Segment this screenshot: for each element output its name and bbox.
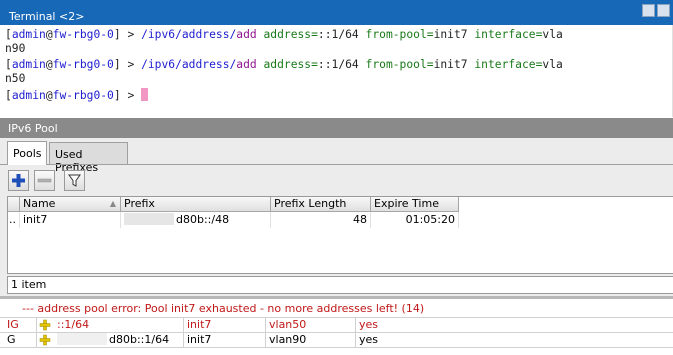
tab-pools[interactable]: Pools xyxy=(7,141,47,165)
address-value: ::1/64 xyxy=(36,318,183,333)
address-row[interactable]: G d80b::1/64 init7 vlan90 yes xyxy=(0,332,673,348)
cell-prefix-length: 48 xyxy=(271,212,371,228)
column-header-prefix[interactable]: Prefix xyxy=(121,197,271,212)
column-header-prefix-length[interactable]: Prefix Length xyxy=(271,197,371,212)
terminal-line-wrap: n50 xyxy=(5,72,26,85)
add-icon xyxy=(12,174,25,187)
minimize-icon[interactable] xyxy=(642,4,655,17)
address-flags: G xyxy=(7,333,16,346)
filter-icon xyxy=(68,174,81,187)
tab-divider xyxy=(0,164,673,165)
column-header-expire-time[interactable]: Expire Time xyxy=(371,197,459,212)
terminal-output[interactable]: [admin@fw-rbg0-0] > /ipv6/address/add ad… xyxy=(0,25,673,117)
address-value: d80b::1/64 xyxy=(36,333,183,348)
pools-table: Name ▲ Prefix Prefix Length Expire Time … xyxy=(7,196,673,274)
tab-used-prefixes[interactable]: Used Prefixes xyxy=(49,142,128,174)
address-row-bottom-border xyxy=(0,347,673,355)
remove-icon xyxy=(37,178,52,183)
pool-error-message: --- address pool error: Pool init7 exhau… xyxy=(22,302,425,315)
address-pool: init7 xyxy=(183,318,265,333)
add-button[interactable] xyxy=(8,170,29,191)
address-interface: vlan90 xyxy=(265,333,355,348)
sort-arrow-icon: ▲ xyxy=(109,199,116,208)
pool-window: Pools Used Prefixes Name ▲ Prefix Prefix… xyxy=(0,138,673,296)
address-advertise: yes xyxy=(355,333,417,348)
address-advertise: yes xyxy=(355,318,417,333)
address-plus-icon xyxy=(39,334,51,346)
terminal-line-wrap: n90 xyxy=(5,42,26,55)
address-interface: vlan50 xyxy=(265,318,355,333)
address-log-panel: --- address pool error: Pool init7 exhau… xyxy=(0,299,673,355)
terminal-cursor xyxy=(141,88,149,101)
redacted-block xyxy=(57,333,107,345)
cell-prefix: d80b::/48 xyxy=(121,212,271,228)
cell-expire-time: 01:05:20 xyxy=(371,212,459,228)
pool-window-title: IPv6 Pool xyxy=(8,122,58,135)
cell-name: init7 xyxy=(20,212,121,228)
redacted-block xyxy=(124,213,174,225)
terminal-title: Terminal <2> xyxy=(9,10,85,23)
pool-window-title-bar[interactable]: IPv6 Pool xyxy=(0,118,673,138)
terminal-line: [admin@fw-rbg0-0] > /ipv6/address/add ad… xyxy=(5,58,563,71)
address-row-invalid[interactable]: IG ::1/64 init7 vlan50 yes xyxy=(0,317,673,333)
terminal-title-bar[interactable]: Terminal <2> xyxy=(0,0,673,25)
terminal-line: [admin@fw-rbg0-0] > /ipv6/address/add ad… xyxy=(5,28,563,41)
row-marker: .. xyxy=(8,212,20,228)
terminal-prompt[interactable]: [admin@fw-rbg0-0] > xyxy=(5,88,149,102)
column-header-name[interactable]: Name ▲ xyxy=(20,197,121,212)
column-header-marker[interactable] xyxy=(8,197,20,212)
address-plus-icon xyxy=(39,319,51,331)
close-icon[interactable] xyxy=(657,4,670,17)
address-flags: IG xyxy=(7,318,19,331)
filter-button[interactable] xyxy=(64,170,85,191)
item-count-status: 1 item xyxy=(7,276,673,294)
remove-button[interactable] xyxy=(34,170,55,191)
address-pool: init7 xyxy=(183,333,265,348)
